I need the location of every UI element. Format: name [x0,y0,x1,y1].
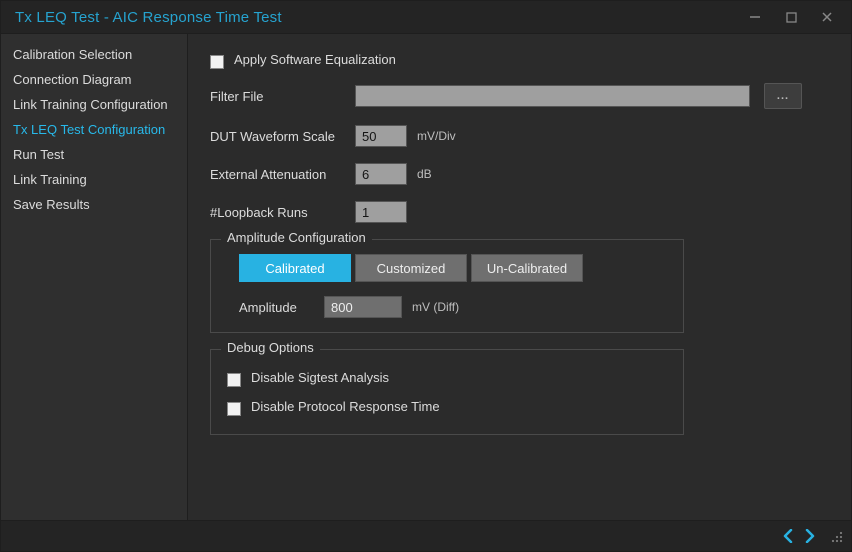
sidebar-item-tx-leq-test-configuration[interactable]: Tx LEQ Test Configuration [1,117,187,142]
amplitude-option-customized[interactable]: Customized [355,254,467,282]
amplitude-input[interactable] [324,296,402,318]
chevron-right-icon [804,529,816,543]
apply-eq-label: Apply Software Equalization [234,52,396,67]
debug-legend: Debug Options [221,340,320,355]
loopback-input[interactable] [355,201,407,223]
sidebar-item-link-training-configuration[interactable]: Link Training Configuration [1,92,187,117]
sidebar-item-run-test[interactable]: Run Test [1,142,187,167]
maximize-icon [786,12,797,23]
window-title: Tx LEQ Test - AIC Response Time Test [15,9,737,26]
disable-prt-row: Disable Protocol Response Time [227,399,667,414]
amplitude-toggle-group: Calibrated Customized Un-Calibrated [239,254,667,282]
disable-sigtest-checkbox[interactable] [227,373,241,387]
filter-file-label: Filter File [210,89,355,104]
dut-scale-row: DUT Waveform Scale mV/Div [210,125,829,147]
amplitude-legend: Amplitude Configuration [221,230,372,245]
title-bar: Tx LEQ Test - AIC Response Time Test [1,1,851,34]
next-button[interactable] [799,525,821,547]
apply-eq-checkbox[interactable] [210,55,224,69]
amplitude-value-row: Amplitude mV (Diff) [239,296,667,318]
minimize-button[interactable] [737,3,773,31]
chevron-left-icon [782,529,794,543]
close-icon [821,11,833,23]
ext-atten-unit: dB [417,167,432,181]
dut-scale-unit: mV/Div [417,129,456,143]
sidebar: Calibration Selection Connection Diagram… [1,34,188,520]
loopback-label: #Loopback Runs [210,205,355,220]
disable-prt-label: Disable Protocol Response Time [251,399,440,414]
sidebar-item-link-training[interactable]: Link Training [1,167,187,192]
filter-file-row: Filter File ... [210,83,829,109]
filter-file-browse-button[interactable]: ... [764,83,802,109]
ellipsis-icon: ... [777,90,789,102]
dut-scale-input[interactable] [355,125,407,147]
disable-prt-checkbox[interactable] [227,402,241,416]
main-panel: Apply Software Equalization Filter File … [188,34,851,520]
loopback-row: #Loopback Runs [210,201,829,223]
apply-eq-row: Apply Software Equalization [210,52,829,67]
sidebar-item-save-results[interactable]: Save Results [1,192,187,217]
filter-file-input[interactable] [355,85,750,107]
footer-bar [1,520,851,551]
prev-button[interactable] [777,525,799,547]
amplitude-label: Amplitude [239,300,324,315]
sidebar-item-connection-diagram[interactable]: Connection Diagram [1,67,187,92]
disable-sigtest-label: Disable Sigtest Analysis [251,370,389,385]
disable-sigtest-row: Disable Sigtest Analysis [227,370,667,385]
ext-atten-label: External Attenuation [210,167,355,182]
amplitude-unit: mV (Diff) [412,300,459,314]
maximize-button[interactable] [773,3,809,31]
amplitude-option-calibrated[interactable]: Calibrated [239,254,351,282]
amplitude-option-uncalibrated[interactable]: Un-Calibrated [471,254,583,282]
amplitude-fieldset: Amplitude Configuration Calibrated Custo… [210,239,684,333]
dut-scale-label: DUT Waveform Scale [210,129,355,144]
ext-atten-row: External Attenuation dB [210,163,829,185]
sidebar-item-calibration-selection[interactable]: Calibration Selection [1,42,187,67]
minimize-icon [749,11,761,23]
close-button[interactable] [809,3,845,31]
resize-grip[interactable] [829,529,843,543]
debug-fieldset: Debug Options Disable Sigtest Analysis D… [210,349,684,435]
ext-atten-input[interactable] [355,163,407,185]
